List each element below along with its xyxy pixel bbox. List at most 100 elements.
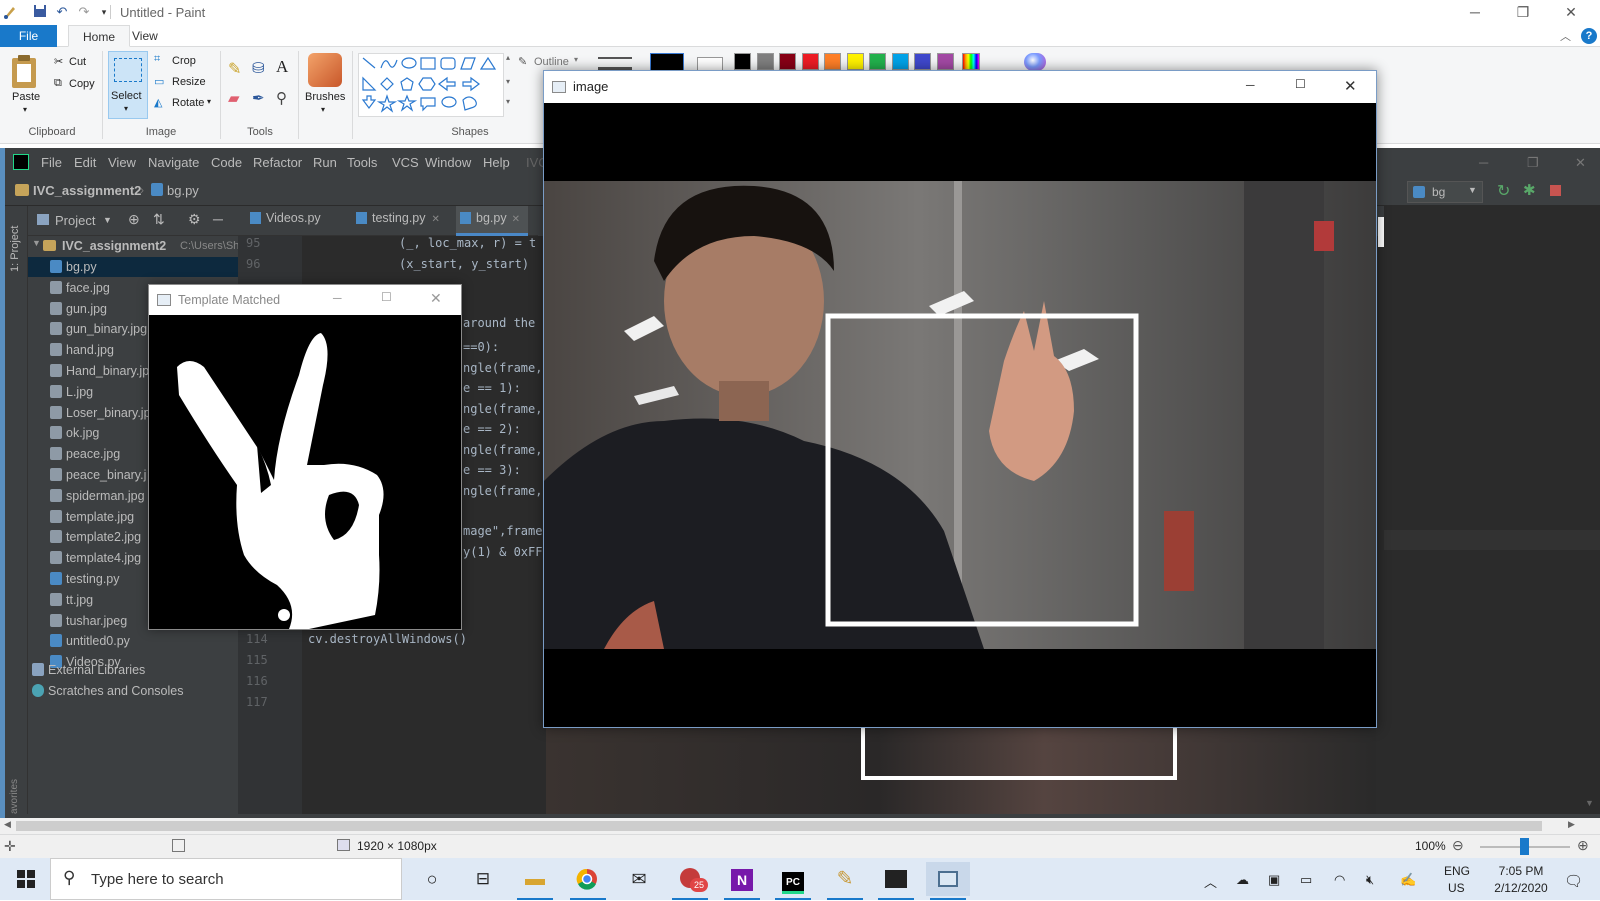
tab-file[interactable]: File: [0, 25, 57, 47]
scroll-left-icon[interactable]: ◀: [4, 819, 11, 830]
external-libraries-item[interactable]: External Libraries: [32, 660, 145, 680]
volume-muted-icon[interactable]: 🔇︎: [1366, 872, 1374, 888]
onedrive-icon[interactable]: ☁: [1236, 872, 1249, 888]
menu-view[interactable]: View: [108, 155, 136, 170]
brushes-dropdown-icon[interactable]: ▾: [321, 105, 325, 114]
tree-file-item[interactable]: bg.py: [50, 257, 97, 277]
brushes-button[interactable]: Brushes: [305, 91, 345, 103]
pycharm-restore-icon[interactable]: ❐: [1527, 155, 1539, 171]
file-explorer-icon[interactable]: ▬: [513, 862, 557, 896]
tray-overflow-icon[interactable]: ︿: [1204, 872, 1217, 891]
language-indicator[interactable]: ENG: [1444, 864, 1470, 878]
tree-file-item[interactable]: tt.jpg: [50, 590, 93, 610]
color2-swatch[interactable]: [697, 57, 723, 71]
chrome-icon[interactable]: [565, 862, 609, 896]
favorites-tool-window-button[interactable]: avorites: [9, 774, 23, 814]
menu-file[interactable]: File: [41, 155, 62, 170]
wifi-icon[interactable]: ◠: [1334, 872, 1345, 888]
redo-icon[interactable]: ↷: [76, 4, 92, 20]
mail-icon[interactable]: ✉: [617, 862, 661, 896]
magnifier-icon[interactable]: ⚲: [276, 89, 287, 107]
size-icon[interactable]: [598, 57, 632, 71]
cortana-icon[interactable]: ○: [410, 862, 454, 896]
pycharm-close-icon[interactable]: ✕: [1575, 155, 1586, 171]
shapes-scroll-up-icon[interactable]: ▴: [506, 53, 510, 62]
scratches-item[interactable]: Scratches and Consoles: [32, 681, 184, 701]
crop-icon[interactable]: ⌗: [154, 53, 160, 66]
maximize-icon[interactable]: ☐: [1295, 77, 1306, 91]
breadcrumb-project[interactable]: IVC_assignment2: [33, 183, 141, 198]
crop-button[interactable]: Crop: [172, 55, 196, 67]
palette-color-swatch[interactable]: [734, 53, 751, 70]
menu-vcs[interactable]: VCS: [392, 155, 419, 170]
paint-resize-handle[interactable]: [1378, 217, 1384, 247]
menu-run[interactable]: Run: [313, 155, 337, 170]
tree-file-item[interactable]: template.jpg: [50, 507, 134, 527]
maximize-icon[interactable]: ❐: [1500, 0, 1546, 25]
menu-code[interactable]: Code: [211, 155, 242, 170]
start-windows-icon[interactable]: [4, 862, 48, 896]
close-tab-icon[interactable]: ✕: [432, 214, 440, 225]
scroll-down-icon[interactable]: ▼: [1585, 798, 1594, 808]
hide-panel-icon[interactable]: ─: [213, 211, 223, 227]
onenote-icon[interactable]: N: [720, 862, 764, 896]
clock-date[interactable]: 2/12/2020: [1486, 881, 1556, 895]
palette-color-swatch[interactable]: [869, 53, 886, 70]
rainbow-swatch[interactable]: [962, 53, 980, 70]
opencv-window-taskbar-icon[interactable]: [926, 862, 970, 896]
clock-time[interactable]: 7:05 PM: [1488, 864, 1554, 878]
close-tab-icon[interactable]: ✕: [512, 214, 520, 225]
tree-file-item[interactable]: gun_binary.jpg: [50, 319, 147, 339]
tree-file-item[interactable]: peace_binary.j: [50, 465, 146, 485]
menu-window[interactable]: Window: [425, 155, 471, 170]
help-icon[interactable]: ?: [1581, 28, 1597, 44]
paint-taskbar-icon[interactable]: ✎: [823, 862, 867, 896]
rotate-icon[interactable]: ◭: [154, 96, 162, 109]
debug-icon[interactable]: ✱: [1523, 181, 1536, 199]
minimize-icon[interactable]: ─: [333, 291, 342, 305]
palette-color-swatch[interactable]: [801, 53, 819, 70]
collapse-all-icon[interactable]: ⇅: [153, 211, 165, 228]
photos-icon[interactable]: [874, 862, 918, 896]
rerun-icon[interactable]: ↻: [1497, 181, 1510, 201]
stop-icon[interactable]: [1550, 185, 1561, 196]
tree-file-item[interactable]: L.jpg: [50, 382, 93, 402]
color1-swatch[interactable]: [650, 53, 684, 71]
select-button[interactable]: Select ▾: [108, 51, 148, 119]
task-view-icon[interactable]: ⊟: [461, 862, 505, 896]
horizontal-scrollbar[interactable]: ◀ ▶ ▼: [0, 798, 1600, 834]
tree-file-item[interactable]: hand.jpg: [50, 340, 114, 360]
outline-icon[interactable]: ✎: [518, 55, 527, 68]
action-center-icon[interactable]: 🗨︎: [1564, 872, 1583, 890]
menu-edit[interactable]: Edit: [74, 155, 96, 170]
rotate-dropdown-icon[interactable]: ▾: [207, 97, 211, 106]
paste-dropdown-icon[interactable]: ▾: [23, 105, 27, 114]
rotate-button[interactable]: Rotate: [172, 97, 204, 109]
minimize-icon[interactable]: ─: [1246, 78, 1255, 92]
palette-color-swatch[interactable]: [846, 53, 864, 70]
palette-color-swatch[interactable]: [891, 53, 909, 70]
messaging-app-icon[interactable]: 25: [668, 862, 712, 896]
resize-icon[interactable]: ▭: [154, 75, 164, 88]
edit-colors-icon[interactable]: [1024, 53, 1046, 71]
color-picker-icon[interactable]: ✒: [252, 89, 265, 107]
breadcrumb-file[interactable]: bg.py: [167, 183, 199, 198]
brushes-icon[interactable]: [308, 53, 342, 87]
maximize-icon[interactable]: ☐: [381, 290, 392, 304]
project-tool-window-button[interactable]: 1: Project: [9, 214, 23, 272]
close-icon[interactable]: ✕: [430, 290, 442, 307]
menu-refactor[interactable]: Refactor: [253, 155, 302, 170]
tree-root[interactable]: ▼ IVC_assignment2 C:\Users\Shoun: [28, 236, 238, 256]
zoom-slider-thumb[interactable]: [1520, 838, 1529, 855]
pencil-icon[interactable]: ✎: [228, 59, 241, 79]
copy-icon[interactable]: ⧉: [54, 77, 62, 90]
scrollbar-thumb[interactable]: [16, 821, 1542, 831]
tree-file-item[interactable]: testing.py: [50, 569, 120, 589]
chevron-down-icon[interactable]: ▼: [103, 215, 112, 225]
scroll-right-icon[interactable]: ▶: [1568, 819, 1575, 830]
shapes-more-icon[interactable]: ▾: [506, 97, 510, 106]
run-config-dropdown[interactable]: bg ▼: [1407, 181, 1483, 203]
palette-color-swatch[interactable]: [824, 53, 841, 70]
resize-button[interactable]: Resize: [172, 76, 206, 88]
tree-file-item[interactable]: peace.jpg: [50, 444, 120, 464]
